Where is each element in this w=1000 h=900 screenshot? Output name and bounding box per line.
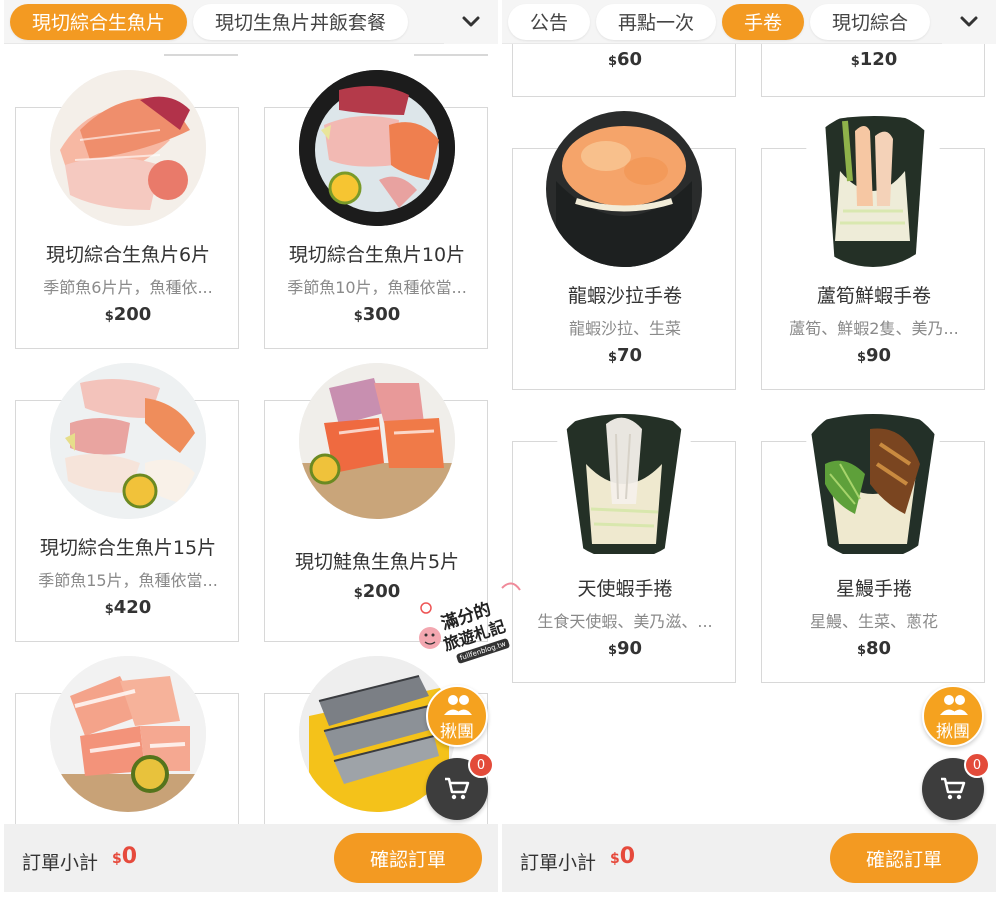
product-price: $120 <box>850 49 898 70</box>
tab-reorder[interactable]: 再點一次 <box>596 3 717 40</box>
product-price: $60 <box>607 49 643 70</box>
subtotal-amount: $0 <box>610 844 636 869</box>
cart-button[interactable]: 0 <box>426 752 494 820</box>
cart-count-badge: 0 <box>964 752 990 778</box>
order-footer: 訂單小計 $0 確認訂單 <box>502 824 996 892</box>
product-price: $300 <box>353 304 401 325</box>
product-name: 現切綜合生魚片6片 <box>45 244 211 266</box>
group-order-label: 揪團 <box>440 722 474 742</box>
group-order-button[interactable]: 揪團 <box>922 685 984 747</box>
product-name: 蘆筍鮮蝦手卷 <box>816 285 931 307</box>
product-description: 生食天使蝦、美乃滋、... <box>537 612 713 631</box>
tab-expand-button[interactable] <box>444 0 498 44</box>
card-edge <box>414 44 488 56</box>
shopping-cart-icon <box>445 777 470 800</box>
tab-sashimi-assorted[interactable]: 現切綜合 <box>810 3 931 40</box>
product-price: $70 <box>607 345 643 366</box>
cart-button[interactable]: 0 <box>922 752 990 820</box>
lobster-salad-roll-image[interactable] <box>546 111 702 267</box>
confirm-order-button[interactable]: 確認訂單 <box>830 833 978 883</box>
eel-roll-image[interactable] <box>795 404 951 560</box>
product-price: $80 <box>856 638 892 659</box>
product-name: 現切綜合生魚片10片 <box>288 244 466 266</box>
sashimi-15-image[interactable] <box>50 363 206 519</box>
tab-sashimi-assorted[interactable]: 現切綜合生魚片 <box>10 3 188 40</box>
salmon-sashimi-image[interactable] <box>299 363 455 519</box>
product-description: 季節魚6片片，魚種依... <box>43 278 213 297</box>
shopping-cart-icon <box>941 777 966 800</box>
product-name: 天使蝦手捲 <box>577 578 673 600</box>
product-name: 現切鮭魚生魚片5片 <box>294 551 460 573</box>
subtotal-label: 訂單小計 <box>22 852 99 874</box>
tab-hand-roll[interactable]: 手卷 <box>722 3 805 40</box>
left-screen: 現切綜合生魚片 現切生魚片丼飯套餐 現切綜合生魚片6片 季節魚6片片，魚種依..… <box>4 0 498 900</box>
tab-sashimi-donburi-set[interactable]: 現切生魚片丼飯套餐 <box>193 3 409 40</box>
product-description: 蘆筍、鮮蝦2隻、美乃... <box>789 319 959 338</box>
product-name: 現切綜合生魚片15片 <box>39 537 217 559</box>
product-name: 龍蝦沙拉手卷 <box>567 285 682 307</box>
product-price: $420 <box>104 597 152 618</box>
subtotal-label: 訂單小計 <box>520 852 597 874</box>
category-tab-bar: 公告 再點一次 手卷 現切綜合 <box>502 0 996 44</box>
chevron-down-icon <box>960 16 978 27</box>
subtotal-amount: $0 <box>112 844 138 869</box>
tab-expand-button[interactable] <box>942 0 996 44</box>
sashimi-6-image[interactable] <box>50 70 206 226</box>
card-edge <box>164 44 238 56</box>
product-price: $90 <box>607 638 643 659</box>
product-price: $90 <box>856 345 892 366</box>
people-icon <box>444 695 472 715</box>
product-name: 星鰻手捲 <box>835 578 912 600</box>
group-order-button[interactable]: 揪團 <box>426 685 488 747</box>
salmon-slices-image[interactable] <box>50 656 206 812</box>
product-description: 龍蝦沙拉、生菜 <box>568 319 681 338</box>
tab-announcement[interactable]: 公告 <box>508 3 591 40</box>
order-footer: 訂單小計 $0 確認訂單 <box>4 824 498 892</box>
confirm-order-button[interactable]: 確認訂單 <box>334 833 482 883</box>
people-icon <box>940 695 968 715</box>
group-order-label: 揪團 <box>936 722 970 742</box>
blog-watermark-logo: 滿分的 旅遊札記 fullfenblog.tw <box>412 578 532 668</box>
angel-shrimp-roll-image[interactable] <box>546 404 702 560</box>
product-description: 星鰻、生菜、蔥花 <box>809 612 938 631</box>
cart-count-badge: 0 <box>468 752 494 778</box>
product-description: 季節魚15片，魚種依當... <box>38 571 218 590</box>
right-screen: 公告 再點一次 手卷 現切綜合 $60 $120 龍蝦沙拉手卷 龍蝦沙拉、生菜 … <box>502 0 996 900</box>
category-tab-bar: 現切綜合生魚片 現切生魚片丼飯套餐 <box>4 0 498 44</box>
sashimi-10-image[interactable] <box>299 70 455 226</box>
product-description: 季節魚10片，魚種依當... <box>287 278 467 297</box>
asparagus-shrimp-roll-image[interactable] <box>795 111 951 267</box>
chevron-down-icon <box>462 16 480 27</box>
product-price: $200 <box>104 304 152 325</box>
